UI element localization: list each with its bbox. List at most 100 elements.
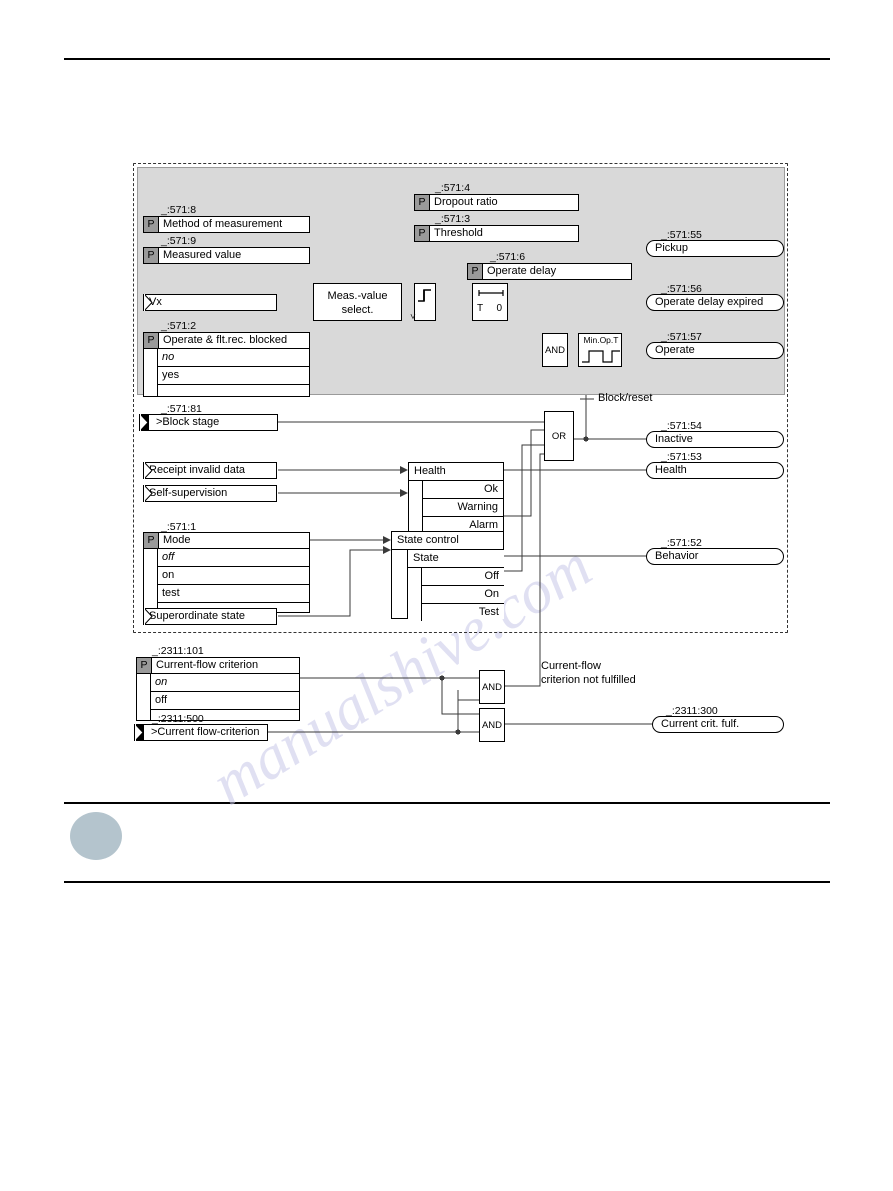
param-operate-fltrec-blocked[interactable]: P Operate & flt.rec. blocked	[143, 332, 310, 349]
output-pickup[interactable]: Pickup	[646, 240, 784, 257]
option-test[interactable]: test	[157, 584, 309, 602]
health-state-ok[interactable]: Ok	[422, 481, 503, 499]
gate-label: OR	[551, 430, 567, 442]
state-sub-title: State	[408, 550, 504, 568]
output-behavior[interactable]: Behavior	[646, 548, 784, 565]
addr-571-2: _:571:2	[161, 320, 197, 332]
option-on[interactable]: on	[157, 566, 309, 584]
state-on[interactable]: On	[421, 586, 504, 604]
input-flag-label: Superordinate state	[149, 610, 246, 622]
comparator-operator: <	[408, 313, 418, 319]
addr-571-4: _:571:4	[435, 182, 471, 194]
input-flag-block-stage[interactable]: >Block stage	[139, 414, 278, 431]
flag-nose-icon	[144, 462, 153, 479]
gate-label: AND	[544, 344, 566, 356]
or-gate-inactive[interactable]: OR	[544, 411, 574, 461]
param-label: Current-flow criterion	[156, 659, 259, 671]
option-off[interactable]: off	[150, 691, 299, 709]
health-box: Health Ok Warning Alarm	[408, 462, 504, 534]
pulse-waveform-icon	[582, 350, 620, 363]
health-title: Health	[409, 463, 503, 481]
timer-symbol: T	[477, 303, 484, 314]
param-current-flow-criterion[interactable]: P Current-flow criterion	[136, 657, 300, 674]
output-operate[interactable]: Operate	[646, 342, 784, 359]
addr-571-3: _:571:3	[435, 213, 471, 225]
input-flag-superordinate-state[interactable]: Superordinate state	[143, 608, 277, 625]
addr-571-6: _:571:6	[490, 251, 526, 263]
options-mode: off on test	[143, 549, 310, 613]
param-marker: P	[144, 333, 159, 348]
param-label: Dropout ratio	[434, 196, 498, 208]
input-flag-current-flow-criterion[interactable]: >Current flow-criterion	[134, 724, 268, 741]
param-method-of-measurement[interactable]: P Method of measurement	[143, 216, 310, 233]
param-label: Operate & flt.rec. blocked	[163, 334, 288, 346]
flag-nose-icon	[140, 414, 149, 431]
addr-571-9: _:571:9	[161, 235, 197, 247]
param-marker: P	[144, 533, 159, 548]
meas-select-line1: Meas.-value	[327, 290, 388, 302]
state-test[interactable]: Test	[421, 604, 504, 621]
and-gate-operate[interactable]: AND	[542, 333, 568, 367]
meas-value-select-block[interactable]: Meas.-value select.	[313, 283, 402, 321]
output-health[interactable]: Health	[646, 462, 784, 479]
min-operate-time-block[interactable]: Min.Op.T	[578, 333, 622, 367]
page-root: manualshive.com _:571:8 P Method of meas…	[0, 0, 893, 1191]
gate-label: AND	[481, 681, 503, 693]
min-op-t-label: Min.Op.T	[583, 335, 619, 345]
param-marker: P	[415, 226, 430, 241]
step-threshold-icon	[418, 289, 431, 302]
param-dropout-ratio[interactable]: P Dropout ratio	[414, 194, 579, 211]
param-label: Mode	[163, 534, 191, 546]
option-off[interactable]: off	[157, 549, 309, 566]
state-off[interactable]: Off	[421, 568, 504, 586]
state-control-box: State control State Off On Test	[391, 531, 504, 621]
flag-nose-icon	[144, 485, 153, 502]
input-flag-vx[interactable]: Vx	[143, 294, 277, 311]
block-reset-note: Block/reset	[598, 392, 653, 404]
input-flag-label: Receipt invalid data	[149, 464, 246, 476]
timer-bracket-icon	[478, 290, 504, 296]
input-flag-label: >Current flow-criterion	[151, 726, 260, 738]
param-label: Operate delay	[487, 265, 557, 277]
gate-label: AND	[481, 719, 503, 731]
param-marker: P	[144, 217, 159, 232]
option-on[interactable]: on	[150, 674, 299, 691]
state-sub-box: State Off On Test	[407, 549, 504, 621]
param-marker: P	[415, 195, 430, 210]
param-marker: P	[468, 264, 483, 279]
param-label: Threshold	[434, 227, 483, 239]
and-gate-criterion-fulfilled[interactable]: AND	[479, 708, 505, 742]
addr-2311-101: _:2311:101	[152, 645, 204, 657]
and-gate-criterion-not-fulfilled[interactable]: AND	[479, 670, 505, 704]
function-chart: _:571:8 P Method of measurement _:571:9 …	[0, 0, 893, 1191]
option-yes[interactable]: yes	[157, 366, 309, 384]
options-operate-fltrec-blocked: no yes	[143, 349, 310, 397]
addr-571-8: _:571:8	[161, 204, 197, 216]
param-threshold[interactable]: P Threshold	[414, 225, 579, 242]
timer-value: 0	[496, 303, 502, 314]
param-marker: P	[137, 658, 152, 673]
param-operate-delay[interactable]: P Operate delay	[467, 263, 632, 280]
param-mode[interactable]: P Mode	[143, 532, 310, 549]
flag-nose-icon	[144, 608, 153, 625]
param-marker: P	[144, 248, 159, 263]
flag-nose-icon	[144, 294, 153, 311]
input-flag-label: >Block stage	[156, 416, 220, 428]
output-current-crit-fulf[interactable]: Current crit. fulf.	[652, 716, 784, 733]
output-inactive[interactable]: Inactive	[646, 431, 784, 448]
input-flag-receipt-invalid-data[interactable]: Receipt invalid data	[143, 462, 277, 479]
output-operate-delay-expired[interactable]: Operate delay expired	[646, 294, 784, 311]
health-state-warning[interactable]: Warning	[422, 499, 503, 517]
meas-select-line2: select.	[341, 304, 374, 316]
param-label: Measured value	[163, 249, 242, 261]
input-flag-label: Self-supervision	[149, 487, 228, 499]
option-spacer	[157, 384, 309, 396]
state-control-title: State control	[392, 532, 503, 550]
flag-nose-icon	[135, 724, 144, 741]
input-flag-self-supervision[interactable]: Self-supervision	[143, 485, 277, 502]
option-no[interactable]: no	[157, 349, 309, 366]
current-flow-not-fulfilled-note: Current-flow criterion not fulfilled	[541, 660, 636, 686]
param-measured-value[interactable]: P Measured value	[143, 247, 310, 264]
operate-delay-timer-block[interactable]: T 0	[472, 283, 508, 321]
threshold-comparator-block[interactable]: <	[408, 283, 436, 321]
